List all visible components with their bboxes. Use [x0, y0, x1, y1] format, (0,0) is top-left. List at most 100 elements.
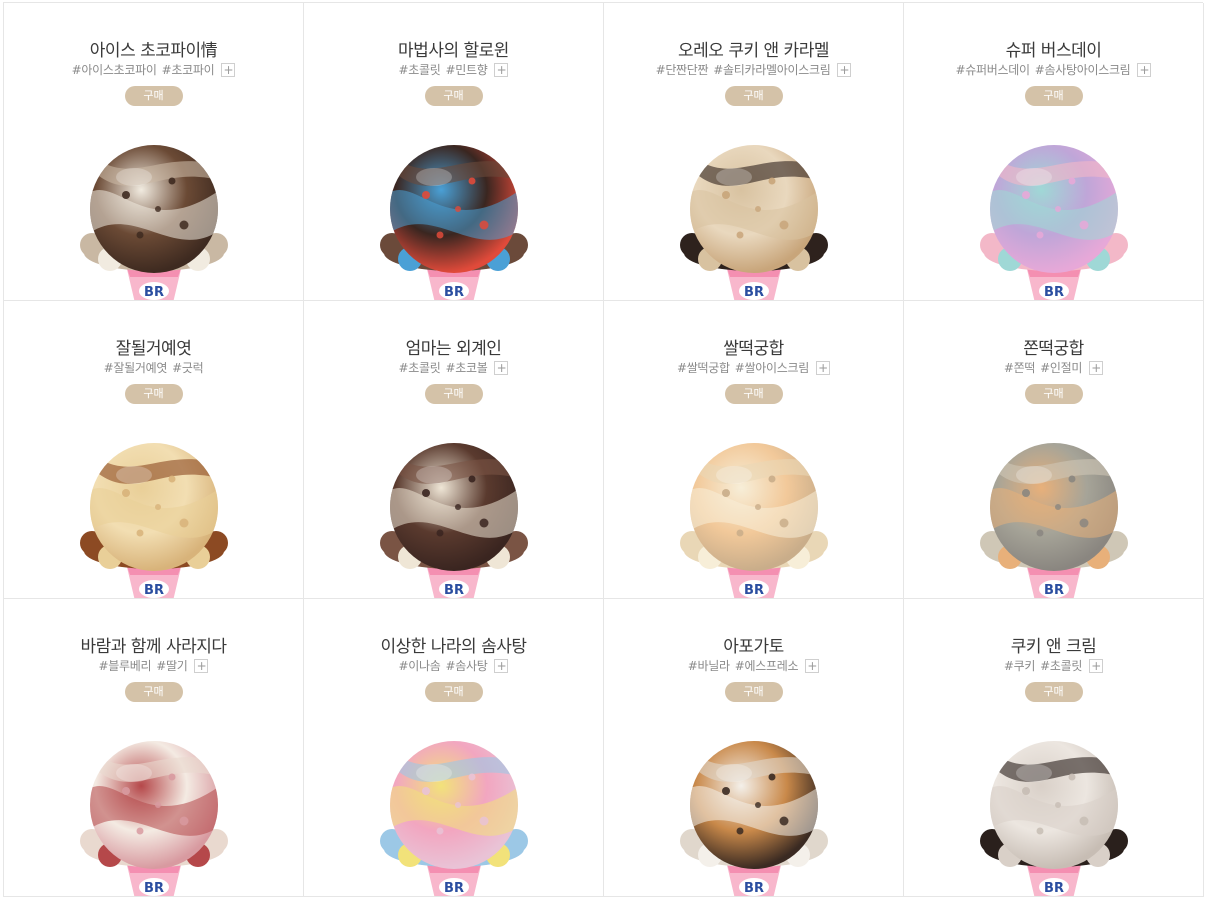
product-card[interactable]: 엄마는 외계인 #초콜릿 #초코볼 + 구매 BR	[304, 301, 604, 599]
hashtag[interactable]: #솜사탕	[446, 657, 488, 674]
hashtag[interactable]: #솜사탕아이스크림	[1035, 61, 1131, 78]
product-card[interactable]: 쿠키 앤 크림 #쿠키 #초콜릿 + 구매 BR	[904, 599, 1204, 897]
hashtag[interactable]: #긋럭	[172, 359, 204, 376]
product-card[interactable]: 마법사의 할로윈 #초콜릿 #민트향 + 구매 BR	[304, 3, 604, 301]
svg-text:BR: BR	[1044, 583, 1064, 598]
ice-cream-image[interactable]: BR	[674, 137, 834, 300]
br-logo-icon: BR	[138, 282, 169, 300]
ice-cream-image[interactable]: BR	[674, 435, 834, 598]
product-card[interactable]: 이상한 나라의 솜사탕 #이나솜 #솜사탕 + 구매 BR	[304, 599, 604, 897]
svg-text:BR: BR	[444, 285, 464, 300]
product-card[interactable]: 아이스 초코파이情 #아이스초코파이 #초코파이 + 구매 BR	[4, 3, 304, 301]
product-name[interactable]: 아포가토	[604, 632, 903, 657]
hashtag[interactable]: #쌀아이스크림	[735, 359, 810, 376]
buy-button[interactable]: 구매	[1024, 682, 1083, 702]
more-tags-plus-icon[interactable]: +	[194, 658, 209, 673]
product-name[interactable]: 쫀떡궁합	[904, 334, 1203, 359]
product-card[interactable]: 쫀떡궁합 #쫀떡 #인절미 + 구매 BR	[904, 301, 1204, 599]
more-tags-plus-icon[interactable]: +	[805, 658, 820, 673]
product-name[interactable]: 이상한 나라의 솜사탕	[304, 632, 603, 657]
product-name[interactable]: 엄마는 외계인	[304, 334, 603, 359]
br-logo-icon: BR	[738, 282, 769, 300]
product-name[interactable]: 바람과 함께 사라지다	[4, 632, 303, 657]
svg-text:BR: BR	[1044, 881, 1064, 896]
buy-button[interactable]: 구매	[1024, 86, 1083, 106]
product-tags: #초콜릿 #민트향 +	[304, 61, 603, 78]
buy-button[interactable]: 구매	[424, 384, 483, 404]
ice-cream-image[interactable]: BR	[974, 733, 1134, 896]
br-logo-icon: BR	[738, 580, 769, 598]
hashtag[interactable]: #인절미	[1040, 359, 1082, 376]
product-tags: #잘될거예엿 #긋럭	[4, 359, 303, 376]
hashtag[interactable]: #블루베리	[99, 657, 152, 674]
svg-text:BR: BR	[444, 583, 464, 598]
product-tags: #이나솜 #솜사탕 +	[304, 657, 603, 674]
hashtag[interactable]: #초코파이	[162, 61, 215, 78]
buy-button[interactable]: 구매	[124, 682, 183, 702]
buy-button[interactable]: 구매	[424, 682, 483, 702]
product-name[interactable]: 오레오 쿠키 앤 카라멜	[604, 36, 903, 61]
buy-button[interactable]: 구매	[724, 682, 783, 702]
product-grid: 아이스 초코파이情 #아이스초코파이 #초코파이 + 구매 BR 마법사의 할로윈 #초콜릿 #…	[3, 2, 1204, 897]
product-card[interactable]: 바람과 함께 사라지다 #블루베리 #딸기 + 구매 BR	[4, 599, 304, 897]
more-tags-plus-icon[interactable]: +	[221, 62, 236, 77]
ice-cream-image[interactable]: BR	[74, 137, 234, 300]
ice-cream-image[interactable]: BR	[374, 733, 534, 896]
hashtag[interactable]: #이나솜	[399, 657, 441, 674]
svg-text:BR: BR	[744, 583, 764, 598]
buy-button[interactable]: 구매	[124, 86, 183, 106]
more-tags-plus-icon[interactable]: +	[1137, 62, 1152, 77]
hashtag[interactable]: #초콜릿	[1040, 657, 1082, 674]
br-logo-icon: BR	[1038, 580, 1069, 598]
br-logo-icon: BR	[1038, 282, 1069, 300]
more-tags-plus-icon[interactable]: +	[815, 360, 830, 375]
ice-cream-image[interactable]: BR	[974, 435, 1134, 598]
hashtag[interactable]: #쌀떡궁합	[677, 359, 730, 376]
br-logo-icon: BR	[138, 878, 169, 896]
more-tags-plus-icon[interactable]: +	[1089, 360, 1104, 375]
product-card[interactable]: 잘될거예엿 #잘될거예엿 #긋럭구매 BR	[4, 301, 304, 599]
product-name[interactable]: 슈퍼 버스데이	[904, 36, 1203, 61]
hashtag[interactable]: #쫀떡	[1004, 359, 1036, 376]
more-tags-plus-icon[interactable]: +	[1089, 658, 1104, 673]
product-name[interactable]: 쿠키 앤 크림	[904, 632, 1203, 657]
hashtag[interactable]: #딸기	[156, 657, 188, 674]
buy-button[interactable]: 구매	[424, 86, 483, 106]
buy-button[interactable]: 구매	[1024, 384, 1083, 404]
hashtag[interactable]: #아이스초코파이	[72, 61, 157, 78]
ice-cream-image[interactable]: BR	[374, 137, 534, 300]
hashtag[interactable]: #민트향	[446, 61, 488, 78]
hashtag[interactable]: #슈퍼버스데이	[956, 61, 1031, 78]
ice-cream-image[interactable]: BR	[674, 733, 834, 896]
buy-button[interactable]: 구매	[724, 384, 783, 404]
ice-cream-image[interactable]: BR	[374, 435, 534, 598]
buy-button[interactable]: 구매	[124, 384, 183, 404]
product-tags: #쫀떡 #인절미 +	[904, 359, 1203, 376]
ice-cream-image[interactable]: BR	[74, 733, 234, 896]
hashtag[interactable]: #바닐라	[688, 657, 730, 674]
more-tags-plus-icon[interactable]: +	[837, 62, 852, 77]
hashtag[interactable]: #쿠키	[1004, 657, 1036, 674]
hashtag[interactable]: #초코볼	[446, 359, 488, 376]
product-card[interactable]: 슈퍼 버스데이 #슈퍼버스데이 #솜사탕아이스크림 + 구매 BR	[904, 3, 1204, 301]
hashtag[interactable]: #단짠단짠	[656, 61, 709, 78]
product-name[interactable]: 아이스 초코파이情	[4, 36, 303, 61]
more-tags-plus-icon[interactable]: +	[494, 658, 509, 673]
ice-cream-image[interactable]: BR	[974, 137, 1134, 300]
product-name[interactable]: 쌀떡궁합	[604, 334, 903, 359]
ice-cream-image[interactable]: BR	[74, 435, 234, 598]
product-name[interactable]: 잘될거예엿	[4, 334, 303, 359]
hashtag[interactable]: #솔티카라멜아이스크림	[713, 61, 830, 78]
hashtag[interactable]: #초콜릿	[399, 359, 441, 376]
more-tags-plus-icon[interactable]: +	[494, 360, 509, 375]
hashtag[interactable]: #초콜릿	[399, 61, 441, 78]
product-card[interactable]: 오레오 쿠키 앤 카라멜 #단짠단짠 #솔티카라멜아이스크림 + 구매 BR	[604, 3, 904, 301]
buy-button[interactable]: 구매	[724, 86, 783, 106]
product-name[interactable]: 마법사의 할로윈	[304, 36, 603, 61]
hashtag[interactable]: #잘될거예엿	[104, 359, 168, 376]
product-tags: #쿠키 #초콜릿 +	[904, 657, 1203, 674]
product-card[interactable]: 아포가토 #바닐라 #에스프레소 + 구매 BR	[604, 599, 904, 897]
more-tags-plus-icon[interactable]: +	[494, 62, 509, 77]
product-card[interactable]: 쌀떡궁합 #쌀떡궁합 #쌀아이스크림 + 구매 BR	[604, 301, 904, 599]
hashtag[interactable]: #에스프레소	[735, 657, 799, 674]
